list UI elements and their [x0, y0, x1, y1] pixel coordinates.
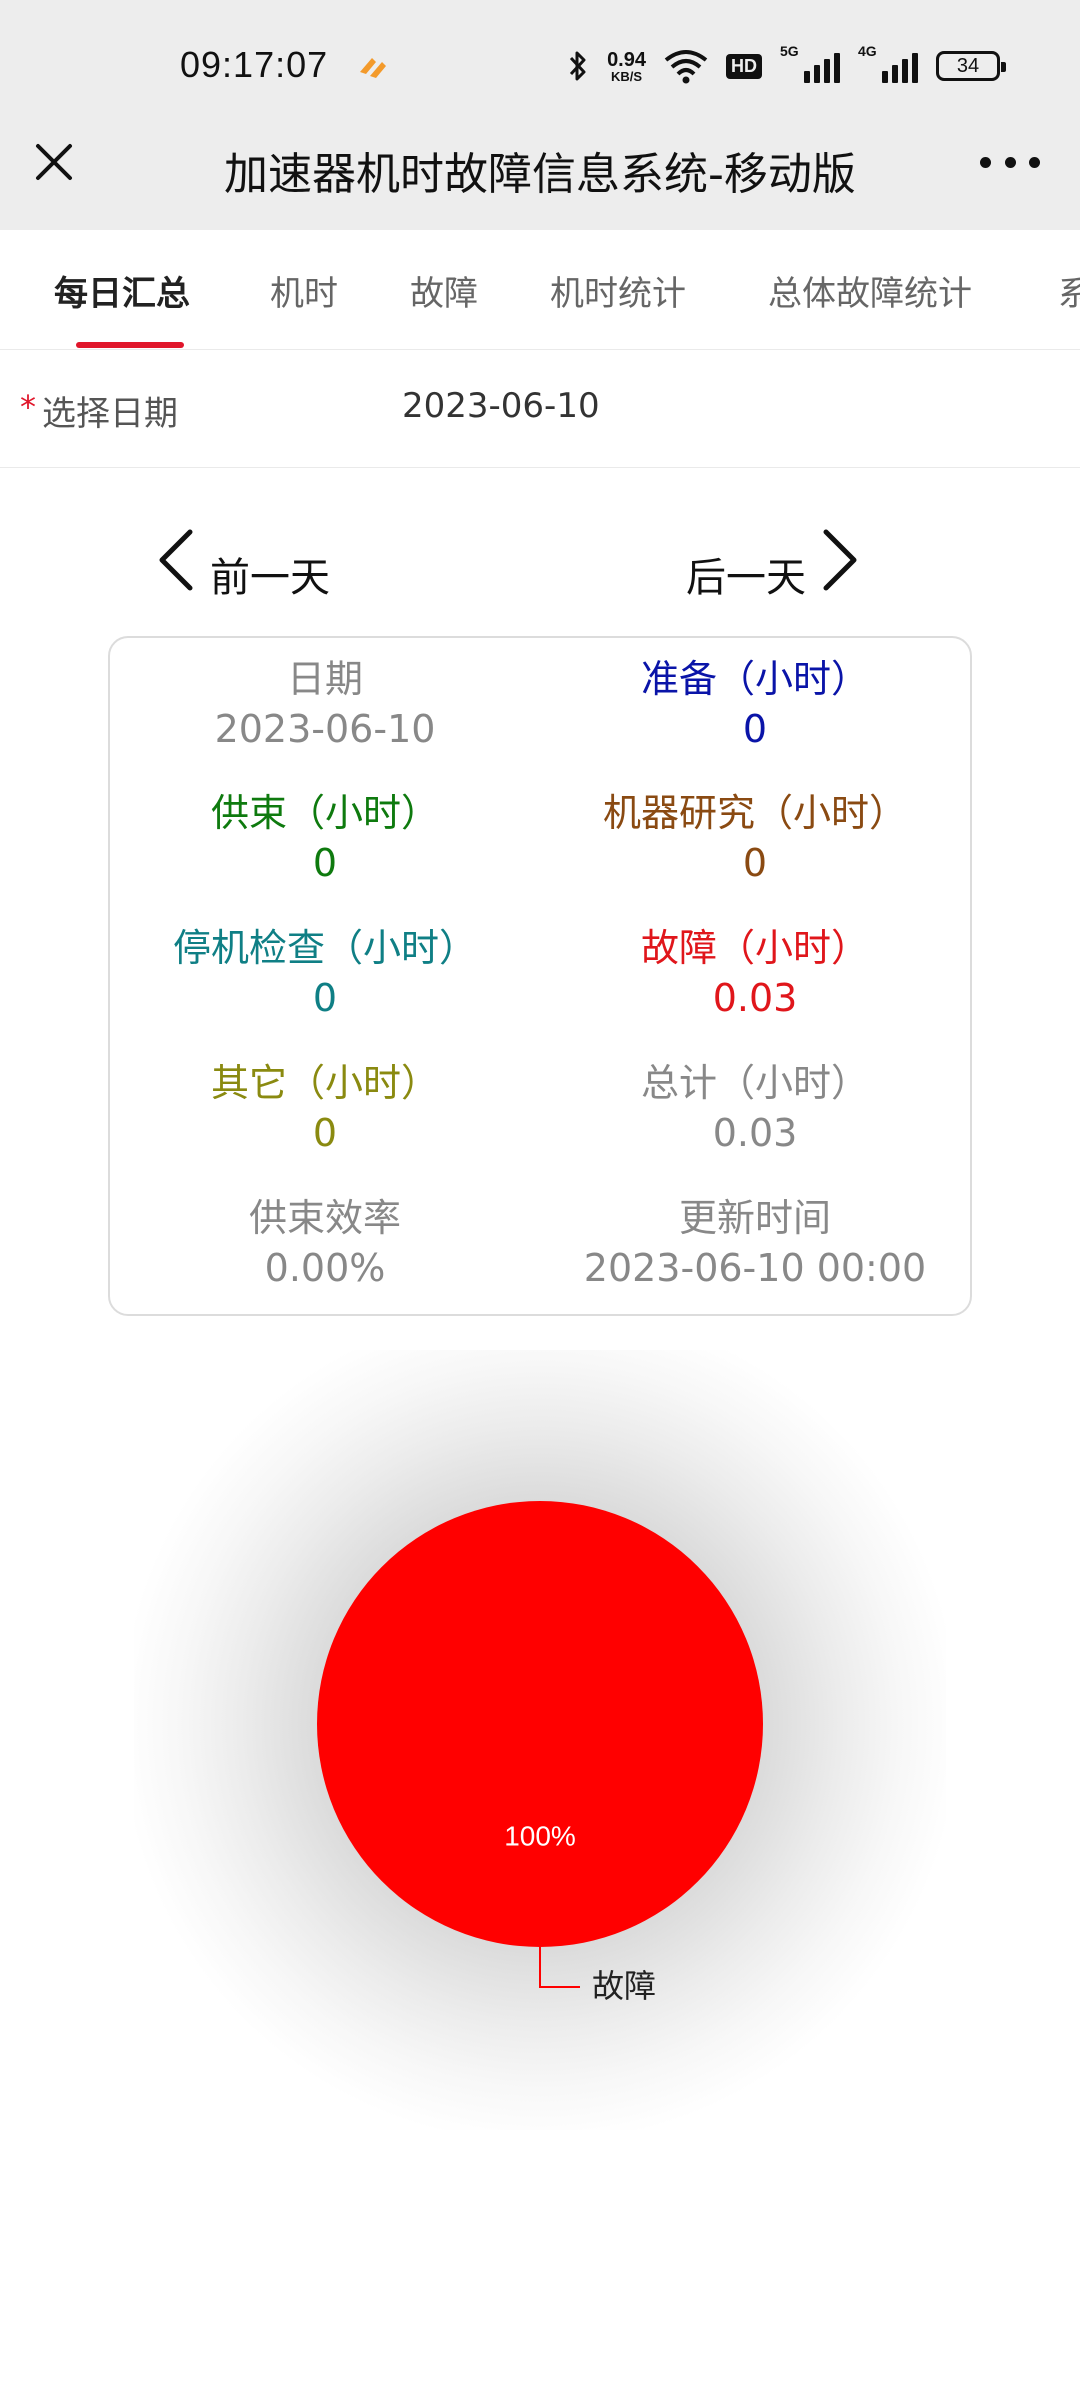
summary-beam-value: 0 [312, 841, 338, 885]
chevron-right-icon [823, 529, 857, 591]
tab-machine-time-stats[interactable]: 机时统计 [550, 266, 686, 315]
summary-total-label: 总计（小时） [640, 1061, 869, 1105]
summary-updated-value: 2023-06-10 00:00 [583, 1246, 927, 1290]
summary-machine-study: 机器研究（小时） 0 [540, 788, 970, 888]
summary-total-value: 0.03 [712, 1111, 798, 1155]
summary-other-value: 0 [312, 1111, 338, 1155]
pie-slice-0[interactable] [317, 1501, 763, 1947]
signal-5g-label: 5G [780, 43, 799, 59]
wifi-icon [664, 50, 708, 84]
page-title: 加速器机时故障信息系统-移动版 [224, 149, 856, 200]
summary-updated-label: 更新时间 [678, 1196, 831, 1240]
tab-machine-time[interactable]: 机时 [270, 266, 338, 315]
active-tab-indicator [76, 342, 184, 348]
summary-shutdown-check-value: 0 [312, 976, 338, 1020]
summary-shutdown-check-label: 停机检查（小时） [172, 926, 477, 970]
summary-machine-study-label: 机器研究（小时） [602, 791, 907, 835]
summary-fault-label: 故障（小时） [640, 926, 869, 970]
status-icons: 0.94 KB/S HD 5G 4G 34 [567, 43, 1006, 88]
tab-daily-summary[interactable]: 每日汇总 [54, 266, 190, 315]
summary-efficiency-label: 供束效率 [248, 1196, 401, 1240]
date-picker-value[interactable]: 2023-06-10 [402, 386, 600, 426]
pie-leader-line-0 [539, 1947, 580, 1988]
summary-fault: 故障（小时） 0.03 [540, 923, 970, 1023]
battery-icon: 34 [936, 51, 1006, 81]
prev-day-label: 前一天 [210, 555, 330, 601]
summary-beam: 供束（小时） 0 [110, 788, 540, 888]
net-speed-value: 0.94 [607, 48, 646, 71]
summary-efficiency: 供束效率 0.00% [110, 1193, 540, 1293]
pie-category-label-0: 故障 [592, 1967, 656, 2005]
summary-prepare: 准备（小时） 0 [540, 654, 970, 754]
summary-other-label: 其它（小时） [210, 1061, 439, 1105]
summary-machine-study-value: 0 [742, 841, 768, 885]
prev-day-button[interactable]: 前一天 [156, 520, 330, 601]
tab-fault[interactable]: 故障 [410, 266, 478, 315]
summary-prepare-label: 准备（小时） [640, 657, 869, 701]
summary-other: 其它（小时） 0 [110, 1058, 540, 1158]
summary-efficiency-value: 0.00% [264, 1246, 386, 1290]
chevron-left-icon [159, 529, 193, 591]
required-mark: * [20, 388, 36, 426]
summary-date-value: 2023-06-10 [214, 707, 436, 751]
tab-system[interactable]: 系 [1058, 266, 1080, 315]
pie-chart: 100% 故障 [134, 1350, 946, 2130]
next-day-label: 后一天 [686, 555, 806, 601]
signal-icon-4g: 4G [858, 43, 918, 83]
summary-fault-value: 0.03 [712, 976, 798, 1020]
next-day-button[interactable]: 后一天 [686, 520, 860, 601]
tab-bar: 每日汇总 机时 故障 机时统计 总体故障统计 系 [0, 230, 1080, 350]
bluetooth-icon [569, 51, 586, 81]
summary-beam-label: 供束（小时） [210, 791, 439, 835]
signal-4g-label: 4G [858, 43, 877, 59]
summary-shutdown-check: 停机检查（小时） 0 [110, 923, 540, 1023]
tab-overall-fault-stats[interactable]: 总体故障统计 [768, 266, 972, 315]
pie-data-label-0: 100% [504, 1821, 576, 1852]
date-picker-label: 选择日期 [42, 394, 178, 434]
pie-chart-svg: 100% 故障 [317, 1501, 763, 2005]
summary-prepare-value: 0 [742, 707, 768, 751]
more-icon[interactable] [980, 150, 1040, 174]
top-bar: 09:17:07 0.94 KB/S HD 5G 4G 34 加速器机时故障信息… [0, 0, 1080, 230]
battery-level: 34 [956, 54, 980, 77]
summary-date: 日期 2023-06-10 [110, 654, 540, 754]
hd-icon: HD [726, 53, 762, 79]
status-time: 09:17:07 [180, 44, 329, 85]
summary-card: 日期 2023-06-10 准备（小时） 0 供束（小时） 0 机器研究（小时）… [108, 636, 972, 1316]
net-speed-unit: KB/S [611, 68, 643, 84]
network-speed: 0.94 KB/S [607, 50, 646, 83]
summary-updated: 更新时间 2023-06-10 00:00 [540, 1193, 970, 1293]
signal-icon-5g: 5G [780, 43, 840, 83]
date-picker-row[interactable]: * 选择日期 2023-06-10 [0, 350, 1080, 468]
summary-date-label: 日期 [286, 657, 363, 701]
summary-total: 总计（小时） 0.03 [540, 1058, 970, 1158]
app-notification-icon [360, 58, 386, 78]
